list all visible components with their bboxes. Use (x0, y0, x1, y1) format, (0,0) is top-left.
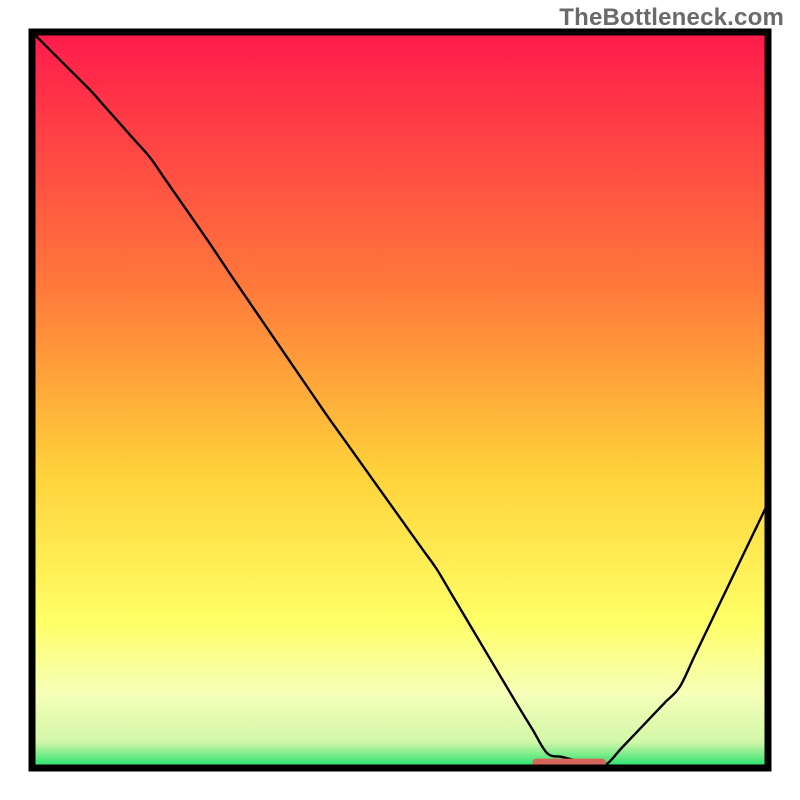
bottleneck-chart (0, 0, 800, 800)
plot-background (32, 32, 768, 768)
watermark-label: TheBottleneck.com (559, 4, 784, 32)
chart-stage: TheBottleneck.com (0, 0, 800, 800)
